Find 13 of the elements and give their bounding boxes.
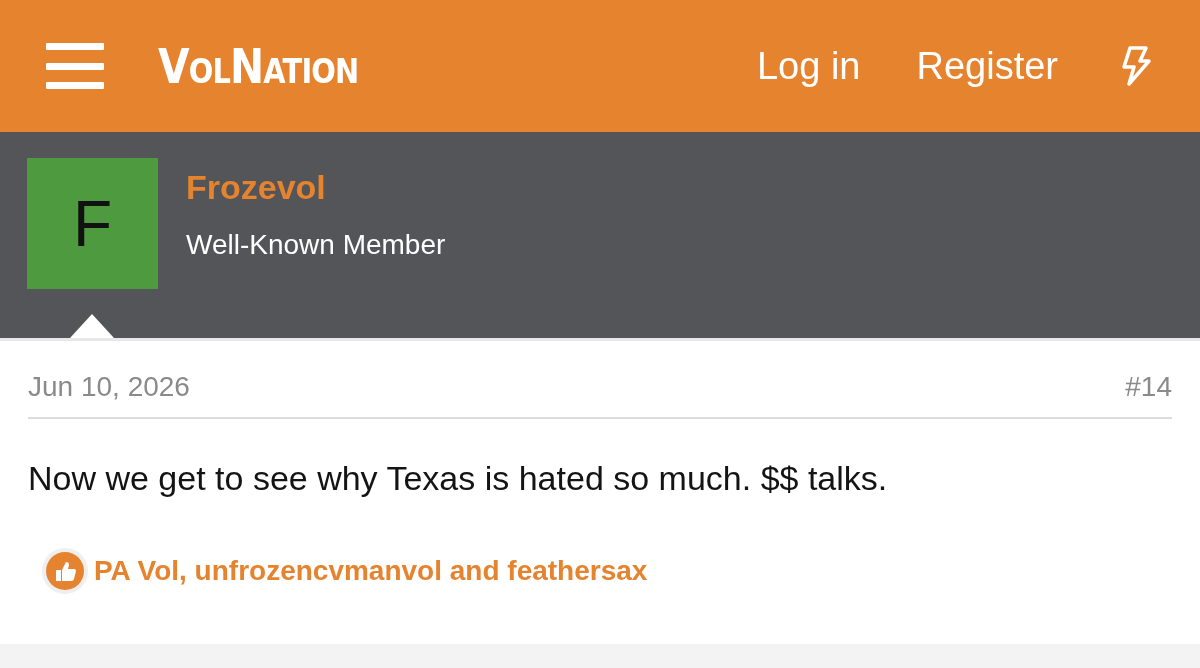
post-date[interactable]: Jun 10, 2026 (28, 371, 190, 403)
user-avatar[interactable]: F (27, 158, 158, 289)
post-number[interactable]: #14 (1125, 371, 1172, 403)
user-title: Well-Known Member (186, 229, 446, 261)
header-link[interactable]: Register (916, 44, 1058, 88)
reactions-link[interactable]: PA Vol, unfrozencvmanvol and feathersax (94, 555, 648, 587)
post-text: Now we get to see why Texas is hated so much. $$ talks. (28, 459, 889, 498)
username[interactable]: Frozevol (186, 168, 446, 207)
site-logo[interactable]: VolNation (158, 38, 359, 94)
menu-icon[interactable] (46, 43, 104, 89)
lightning-icon[interactable] (1120, 46, 1152, 86)
header-link[interactable]: Log in (756, 44, 861, 88)
like-icon (42, 548, 88, 594)
